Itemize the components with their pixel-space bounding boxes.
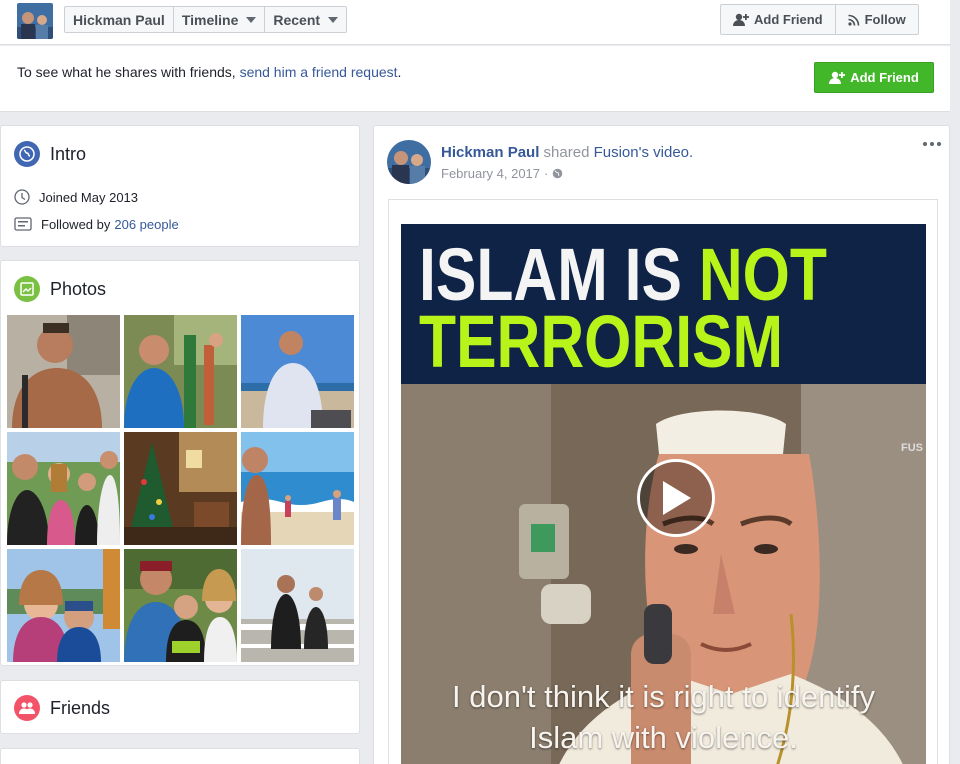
photo-thumbnail[interactable]: [241, 549, 354, 662]
photo-thumbnail[interactable]: [124, 432, 237, 545]
followers-icon: [14, 217, 32, 231]
shared-video-attachment[interactable]: ISLAM IS NOT TERRORISM FUS I don't think…: [388, 199, 938, 764]
chevron-down-icon: [328, 16, 339, 23]
intro-card: Intro Joined May 2013 Followed by 206 peo…: [0, 125, 360, 247]
photo-thumbnail[interactable]: [241, 432, 354, 545]
post-author-link[interactable]: Hickman Paul: [441, 144, 539, 161]
friends-heading[interactable]: Friends: [14, 695, 110, 721]
photo-thumbnail[interactable]: [7, 315, 120, 428]
play-icon[interactable]: [637, 459, 715, 537]
timeline-post: Hickman Paul shared Fusion's video. Febr…: [373, 125, 950, 764]
add-friend-green-button[interactable]: Add Friend: [814, 62, 934, 93]
photos-heading[interactable]: Photos: [14, 276, 106, 302]
intro-heading: Intro: [14, 141, 86, 167]
fusion-logo: FUS: [901, 442, 923, 454]
video-player[interactable]: ISLAM IS NOT TERRORISM FUS I don't think…: [401, 224, 926, 764]
post-options-icon[interactable]: [923, 142, 941, 146]
photo-thumbnail[interactable]: [241, 315, 354, 428]
photo-grid: [7, 315, 355, 662]
next-card: [0, 748, 360, 764]
photo-thumbnail[interactable]: [7, 432, 120, 545]
photo-thumbnail[interactable]: [124, 315, 237, 428]
friends-card: Friends: [0, 680, 360, 734]
followers-row: Followed by 206 people: [14, 216, 183, 232]
rss-icon: [847, 14, 859, 26]
add-friend-button[interactable]: Add Friend: [721, 5, 836, 34]
video-caption: I don't think it is right to identify Is…: [452, 679, 875, 755]
video-headline-banner: ISLAM IS NOT TERRORISM: [401, 224, 926, 384]
chevron-down-icon: [246, 16, 257, 23]
friends-icon: [14, 695, 40, 721]
globe-icon: [553, 168, 563, 179]
profile-avatar[interactable]: [17, 3, 53, 39]
post-timestamp[interactable]: February 4, 2017 ·: [441, 166, 563, 181]
timeline-dropdown[interactable]: Timeline: [174, 7, 266, 32]
followers-count-link[interactable]: 206 people: [114, 217, 178, 232]
profile-header-bar: Hickman Paul Timeline Recent Add Friend …: [0, 0, 950, 45]
add-friend-icon: [733, 13, 749, 26]
send-friend-request-link[interactable]: send him a friend request: [240, 64, 398, 80]
header-actions: Add Friend Follow: [720, 4, 919, 35]
shared-page-link[interactable]: Fusion: [594, 144, 639, 161]
joined-row: Joined May 2013: [14, 189, 138, 205]
profile-nav: Hickman Paul Timeline Recent: [64, 6, 348, 33]
add-friend-icon: [829, 71, 846, 84]
follow-button[interactable]: Follow: [836, 5, 918, 34]
photos-card: Photos: [0, 260, 360, 666]
recent-dropdown[interactable]: Recent: [265, 7, 346, 32]
photo-thumbnail[interactable]: [124, 549, 237, 662]
globe-icon: [14, 141, 40, 167]
post-headline: Hickman Paul shared Fusion's video.: [441, 144, 694, 161]
friend-request-text: To see what he shares with friends, send…: [17, 64, 402, 80]
post-author-avatar[interactable]: [387, 140, 431, 184]
shared-video-link[interactable]: 's video.: [639, 144, 694, 161]
profile-name-button[interactable]: Hickman Paul: [65, 7, 174, 32]
friend-request-bar: To see what he shares with friends, send…: [0, 46, 950, 112]
photo-thumbnail[interactable]: [7, 549, 120, 662]
photos-icon: [14, 276, 40, 302]
clock-icon: [14, 189, 30, 205]
